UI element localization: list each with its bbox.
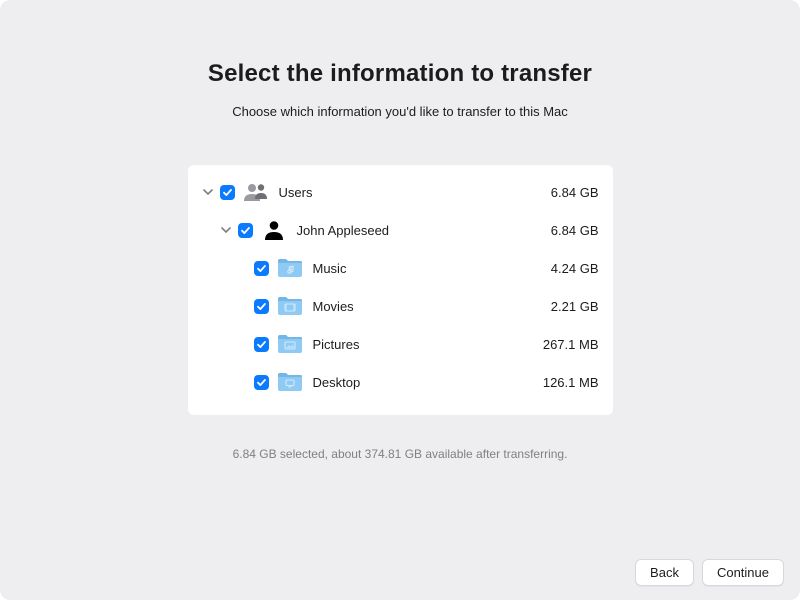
migration-assistant-window: Select the information to transfer Choos… [0,0,800,600]
tree-label: Music [313,261,347,276]
tree-label: Pictures [313,337,360,352]
tree-size: 6.84 GB [541,185,599,200]
checkbox-desktop[interactable] [254,375,269,390]
tree-row-user-john[interactable]: John Appleseed 6.84 GB [202,211,599,249]
tree-size: 4.24 GB [541,261,599,276]
tree-label: John Appleseed [297,223,390,238]
folder-movies-icon [275,295,305,317]
page-title: Select the information to transfer [208,60,592,88]
chevron-down-icon[interactable] [220,224,232,236]
checkbox-pictures[interactable] [254,337,269,352]
content-area: Select the information to transfer Choos… [0,0,800,600]
tree-label: Users [279,185,313,200]
folder-pictures-icon [275,333,305,355]
back-button[interactable]: Back [635,559,694,586]
tree-size: 267.1 MB [533,337,599,352]
tree-row-desktop[interactable]: Desktop 126.1 MB [202,363,599,401]
folder-music-icon [275,257,305,279]
tree-size: 6.84 GB [541,223,599,238]
folder-desktop-icon [275,371,305,393]
footer-buttons: Back Continue [619,547,800,600]
transfer-tree-panel: Users 6.84 GB John Appleseed 6.84 GB [188,165,613,415]
tree-row-users[interactable]: Users 6.84 GB [202,173,599,211]
continue-button[interactable]: Continue [702,559,784,586]
tree-row-movies[interactable]: Movies 2.21 GB [202,287,599,325]
tree-size: 126.1 MB [533,375,599,390]
tree-row-pictures[interactable]: Pictures 267.1 MB [202,325,599,363]
user-silhouette-icon [259,220,289,240]
checkbox-users[interactable] [220,185,235,200]
checkbox-movies[interactable] [254,299,269,314]
tree-label: Desktop [313,375,361,390]
chevron-down-icon[interactable] [202,186,214,198]
users-group-icon [241,182,271,202]
checkbox-music[interactable] [254,261,269,276]
tree-label: Movies [313,299,354,314]
status-text: 6.84 GB selected, about 374.81 GB availa… [233,447,568,461]
checkbox-user-john[interactable] [238,223,253,238]
tree-size: 2.21 GB [541,299,599,314]
page-subtitle: Choose which information you'd like to t… [232,104,568,119]
tree-row-music[interactable]: Music 4.24 GB [202,249,599,287]
